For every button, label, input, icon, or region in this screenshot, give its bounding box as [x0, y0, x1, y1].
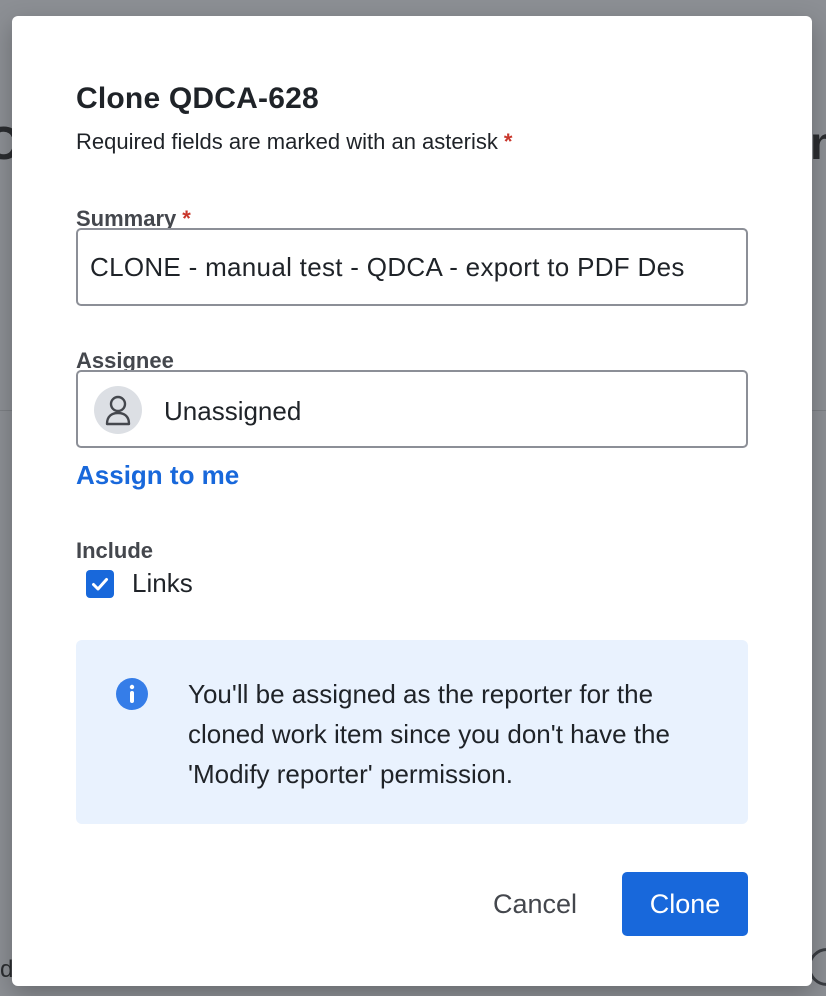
assignee-select[interactable]: Unassigned: [76, 370, 748, 448]
info-message-text: You'll be assigned as the reporter for t…: [188, 679, 670, 789]
required-asterisk: *: [503, 129, 513, 154]
links-checkbox-label[interactable]: Links: [132, 568, 193, 599]
cancel-button[interactable]: Cancel: [472, 872, 598, 936]
required-fields-note: Required fields are marked with an aster…: [76, 129, 512, 155]
assignee-value: Unassigned: [164, 396, 302, 426]
background-heading-fragment-right: n: [810, 117, 826, 169]
summary-field: [76, 228, 748, 306]
info-message: You'll be assigned as the reporter for t…: [76, 640, 748, 824]
include-label: Include: [76, 538, 154, 563]
clone-button[interactable]: Clone: [622, 872, 748, 936]
assign-to-me-link[interactable]: Assign to me: [76, 460, 239, 491]
links-checkbox[interactable]: [86, 570, 114, 598]
info-icon: [116, 678, 148, 710]
avatar: [94, 386, 142, 434]
dialog-title: Clone QDCA-628: [76, 82, 319, 115]
clone-dialog: Clone QDCA-628 Required fields are marke…: [12, 16, 812, 986]
person-icon: [105, 395, 131, 426]
checkmark-icon: [92, 578, 108, 591]
required-note-text: Required fields are marked with an aster…: [76, 129, 498, 154]
summary-input[interactable]: [90, 230, 734, 304]
